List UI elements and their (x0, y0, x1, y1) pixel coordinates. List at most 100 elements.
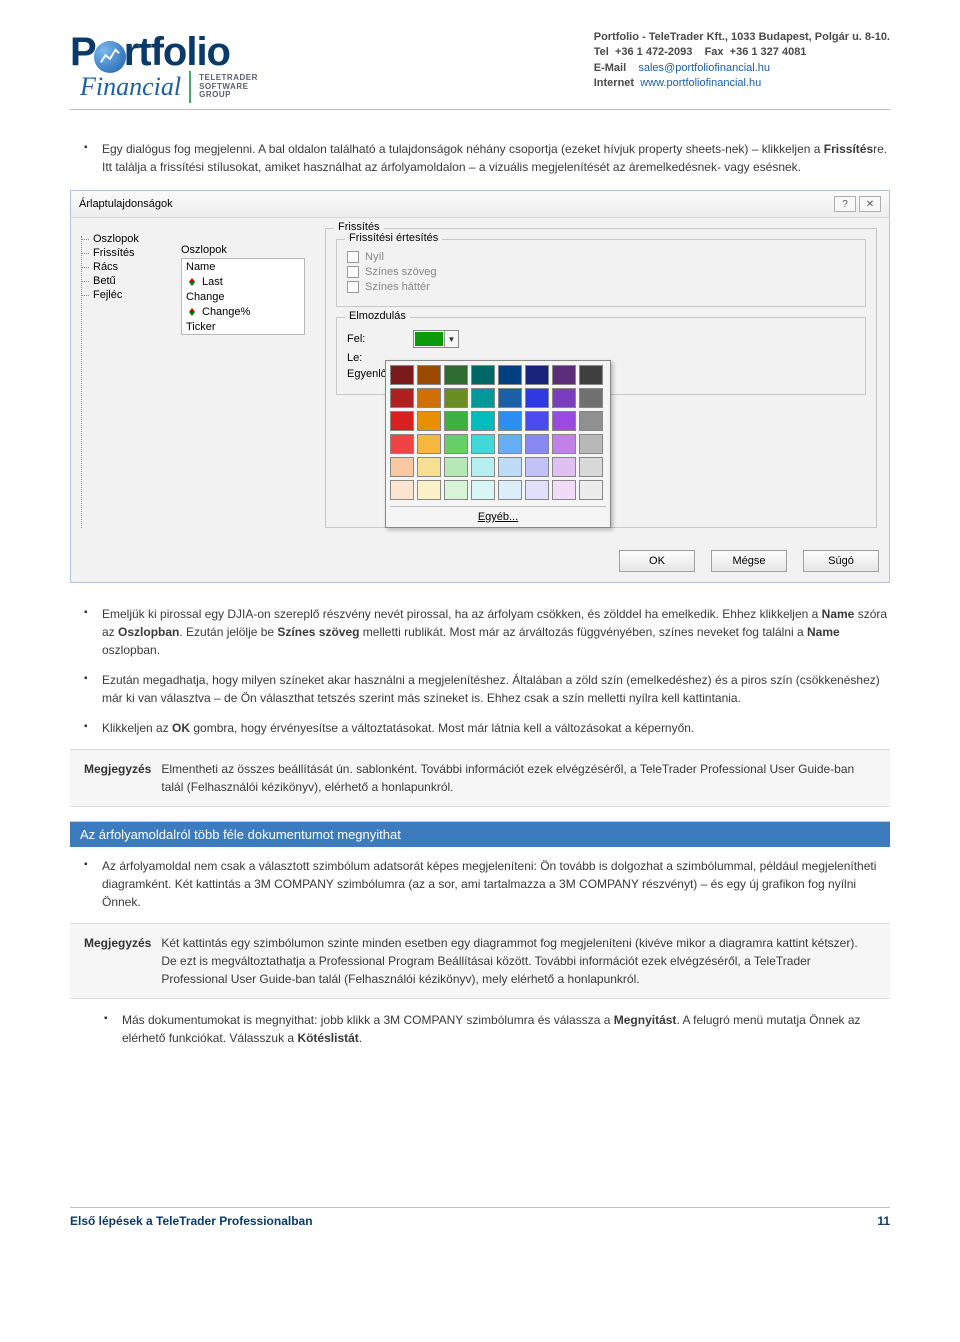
palette-cell[interactable] (525, 434, 549, 454)
note-label: Megjegyzés (84, 760, 151, 796)
color-palette-popup: Egyéb... (385, 360, 611, 528)
palette-cell[interactable] (444, 434, 468, 454)
checkbox-icon[interactable] (347, 251, 359, 263)
website-link[interactable]: www.portfoliofinancial.hu (640, 77, 761, 89)
palette-cell[interactable] (417, 434, 441, 454)
logo-financial: Financial (80, 72, 181, 102)
email-link[interactable]: sales@portfoliofinancial.hu (638, 62, 770, 74)
checkbox-szines-hatter[interactable]: Színes háttér (347, 281, 855, 293)
palette-cell[interactable] (579, 365, 603, 385)
palette-cell[interactable] (390, 480, 414, 500)
help-icon[interactable]: ? (834, 196, 856, 212)
palette-cell[interactable] (525, 457, 549, 477)
palette-grid (390, 365, 606, 500)
tree-item-racs[interactable]: Rács (81, 260, 167, 274)
palette-cell[interactable] (471, 411, 495, 431)
bullet-diagram: Az árfolyamoldal nem csak a választott s… (84, 857, 890, 911)
palette-cell[interactable] (552, 411, 576, 431)
help-button[interactable]: Súgó (803, 550, 879, 572)
legend-notify: Frissítési értesítés (345, 232, 442, 244)
palette-cell[interactable] (498, 480, 522, 500)
bullet-name-column: Emeljük ki pirossal egy DJIA-on szereplő… (84, 605, 890, 659)
note-text: Elmentheti az összes beállítását ún. sab… (161, 760, 876, 796)
palette-cell[interactable] (390, 411, 414, 431)
palette-cell[interactable] (444, 411, 468, 431)
palette-cell[interactable] (552, 480, 576, 500)
checkbox-szines-szoveg[interactable]: Színes szöveg (347, 266, 855, 278)
palette-cell[interactable] (471, 434, 495, 454)
palette-cell[interactable] (444, 388, 468, 408)
close-icon[interactable]: ✕ (859, 196, 881, 212)
palette-cell[interactable] (471, 480, 495, 500)
palette-cell[interactable] (579, 457, 603, 477)
tree-item-betu[interactable]: Betű (81, 274, 167, 288)
palette-cell[interactable] (525, 480, 549, 500)
palette-cell[interactable] (579, 480, 603, 500)
palette-cell[interactable] (417, 365, 441, 385)
col-row-changepct: Change% (182, 304, 304, 319)
palette-cell[interactable] (417, 388, 441, 408)
palette-cell[interactable] (417, 480, 441, 500)
dialog-screenshot: Árlaptulajdonságok ? ✕ Oszlopok Frissíté… (70, 190, 890, 583)
palette-cell[interactable] (579, 434, 603, 454)
palette-cell[interactable] (471, 457, 495, 477)
dialog-titlebar: Árlaptulajdonságok ? ✕ (71, 191, 889, 218)
palette-cell[interactable] (390, 388, 414, 408)
columns-list-label: Oszlopok (181, 244, 311, 256)
property-tree: Oszlopok Frissítés Rács Betű Fejléc (75, 228, 167, 538)
checkbox-icon[interactable] (347, 281, 359, 293)
palette-cell[interactable] (498, 411, 522, 431)
logo-letter-p: P (70, 30, 96, 75)
ok-button[interactable]: OK (619, 550, 695, 572)
footer-title: Első lépések a TeleTrader Professionalba… (70, 1214, 313, 1228)
palette-cell[interactable] (444, 457, 468, 477)
palette-cell[interactable] (552, 365, 576, 385)
palette-cell[interactable] (444, 480, 468, 500)
cancel-button[interactable]: Mégse (711, 550, 787, 572)
teletrader-wordmark: TELETRADER SOFTWARE GROUP (199, 74, 258, 100)
palette-cell[interactable] (579, 411, 603, 431)
palette-cell[interactable] (390, 434, 414, 454)
palette-cell[interactable] (579, 388, 603, 408)
palette-cell[interactable] (525, 411, 549, 431)
palette-cell[interactable] (498, 388, 522, 408)
tree-item-frissites[interactable]: Frissítés (81, 246, 167, 260)
note-text: Két kattintás egy szimbólumon szinte min… (161, 934, 876, 988)
tree-item-oszlopok[interactable]: Oszlopok (81, 232, 167, 246)
palette-cell[interactable] (417, 457, 441, 477)
section-heading: Az árfolyamoldalról több féle dokumentum… (70, 821, 890, 847)
palette-cell[interactable] (552, 434, 576, 454)
dialog-title-text: Árlaptulajdonságok (79, 198, 173, 210)
palette-cell[interactable] (498, 434, 522, 454)
col-row-ticker: Ticker (182, 319, 304, 334)
color-picker-fel[interactable]: ▼ (413, 330, 459, 348)
palette-cell[interactable] (525, 365, 549, 385)
palette-cell[interactable] (498, 457, 522, 477)
legend-elmozdulas: Elmozdulás (345, 310, 410, 322)
palette-cell[interactable] (498, 365, 522, 385)
logo-divider (189, 71, 191, 103)
palette-cell[interactable] (471, 388, 495, 408)
color-swatch (415, 332, 443, 346)
palette-cell[interactable] (390, 457, 414, 477)
note-box-template: Megjegyzés Elmentheti az összes beállítá… (70, 749, 890, 807)
palette-cell[interactable] (552, 457, 576, 477)
fieldset-notify: Frissítési értesítés Nyíl Színes szöveg … (336, 239, 866, 307)
palette-other-button[interactable]: Egyéb... (390, 506, 606, 523)
updown-arrow-icon (186, 276, 198, 288)
palette-cell[interactable] (390, 365, 414, 385)
palette-cell[interactable] (525, 388, 549, 408)
col-row-last: Last (182, 274, 304, 289)
palette-cell[interactable] (444, 365, 468, 385)
columns-list-section: Oszlopok Name Last Change Change% Ticker (181, 228, 311, 538)
palette-cell[interactable] (417, 411, 441, 431)
tree-item-fejlec[interactable]: Fejléc (81, 288, 167, 302)
chevron-down-icon[interactable]: ▼ (444, 331, 458, 347)
checkbox-icon[interactable] (347, 266, 359, 278)
palette-cell[interactable] (471, 365, 495, 385)
checkbox-nyil[interactable]: Nyíl (347, 251, 855, 263)
dialog-button-bar: OK Mégse Súgó (71, 538, 889, 582)
columns-listbox[interactable]: Name Last Change Change% Ticker (181, 258, 305, 335)
palette-cell[interactable] (552, 388, 576, 408)
col-row-name: Name (182, 259, 304, 274)
